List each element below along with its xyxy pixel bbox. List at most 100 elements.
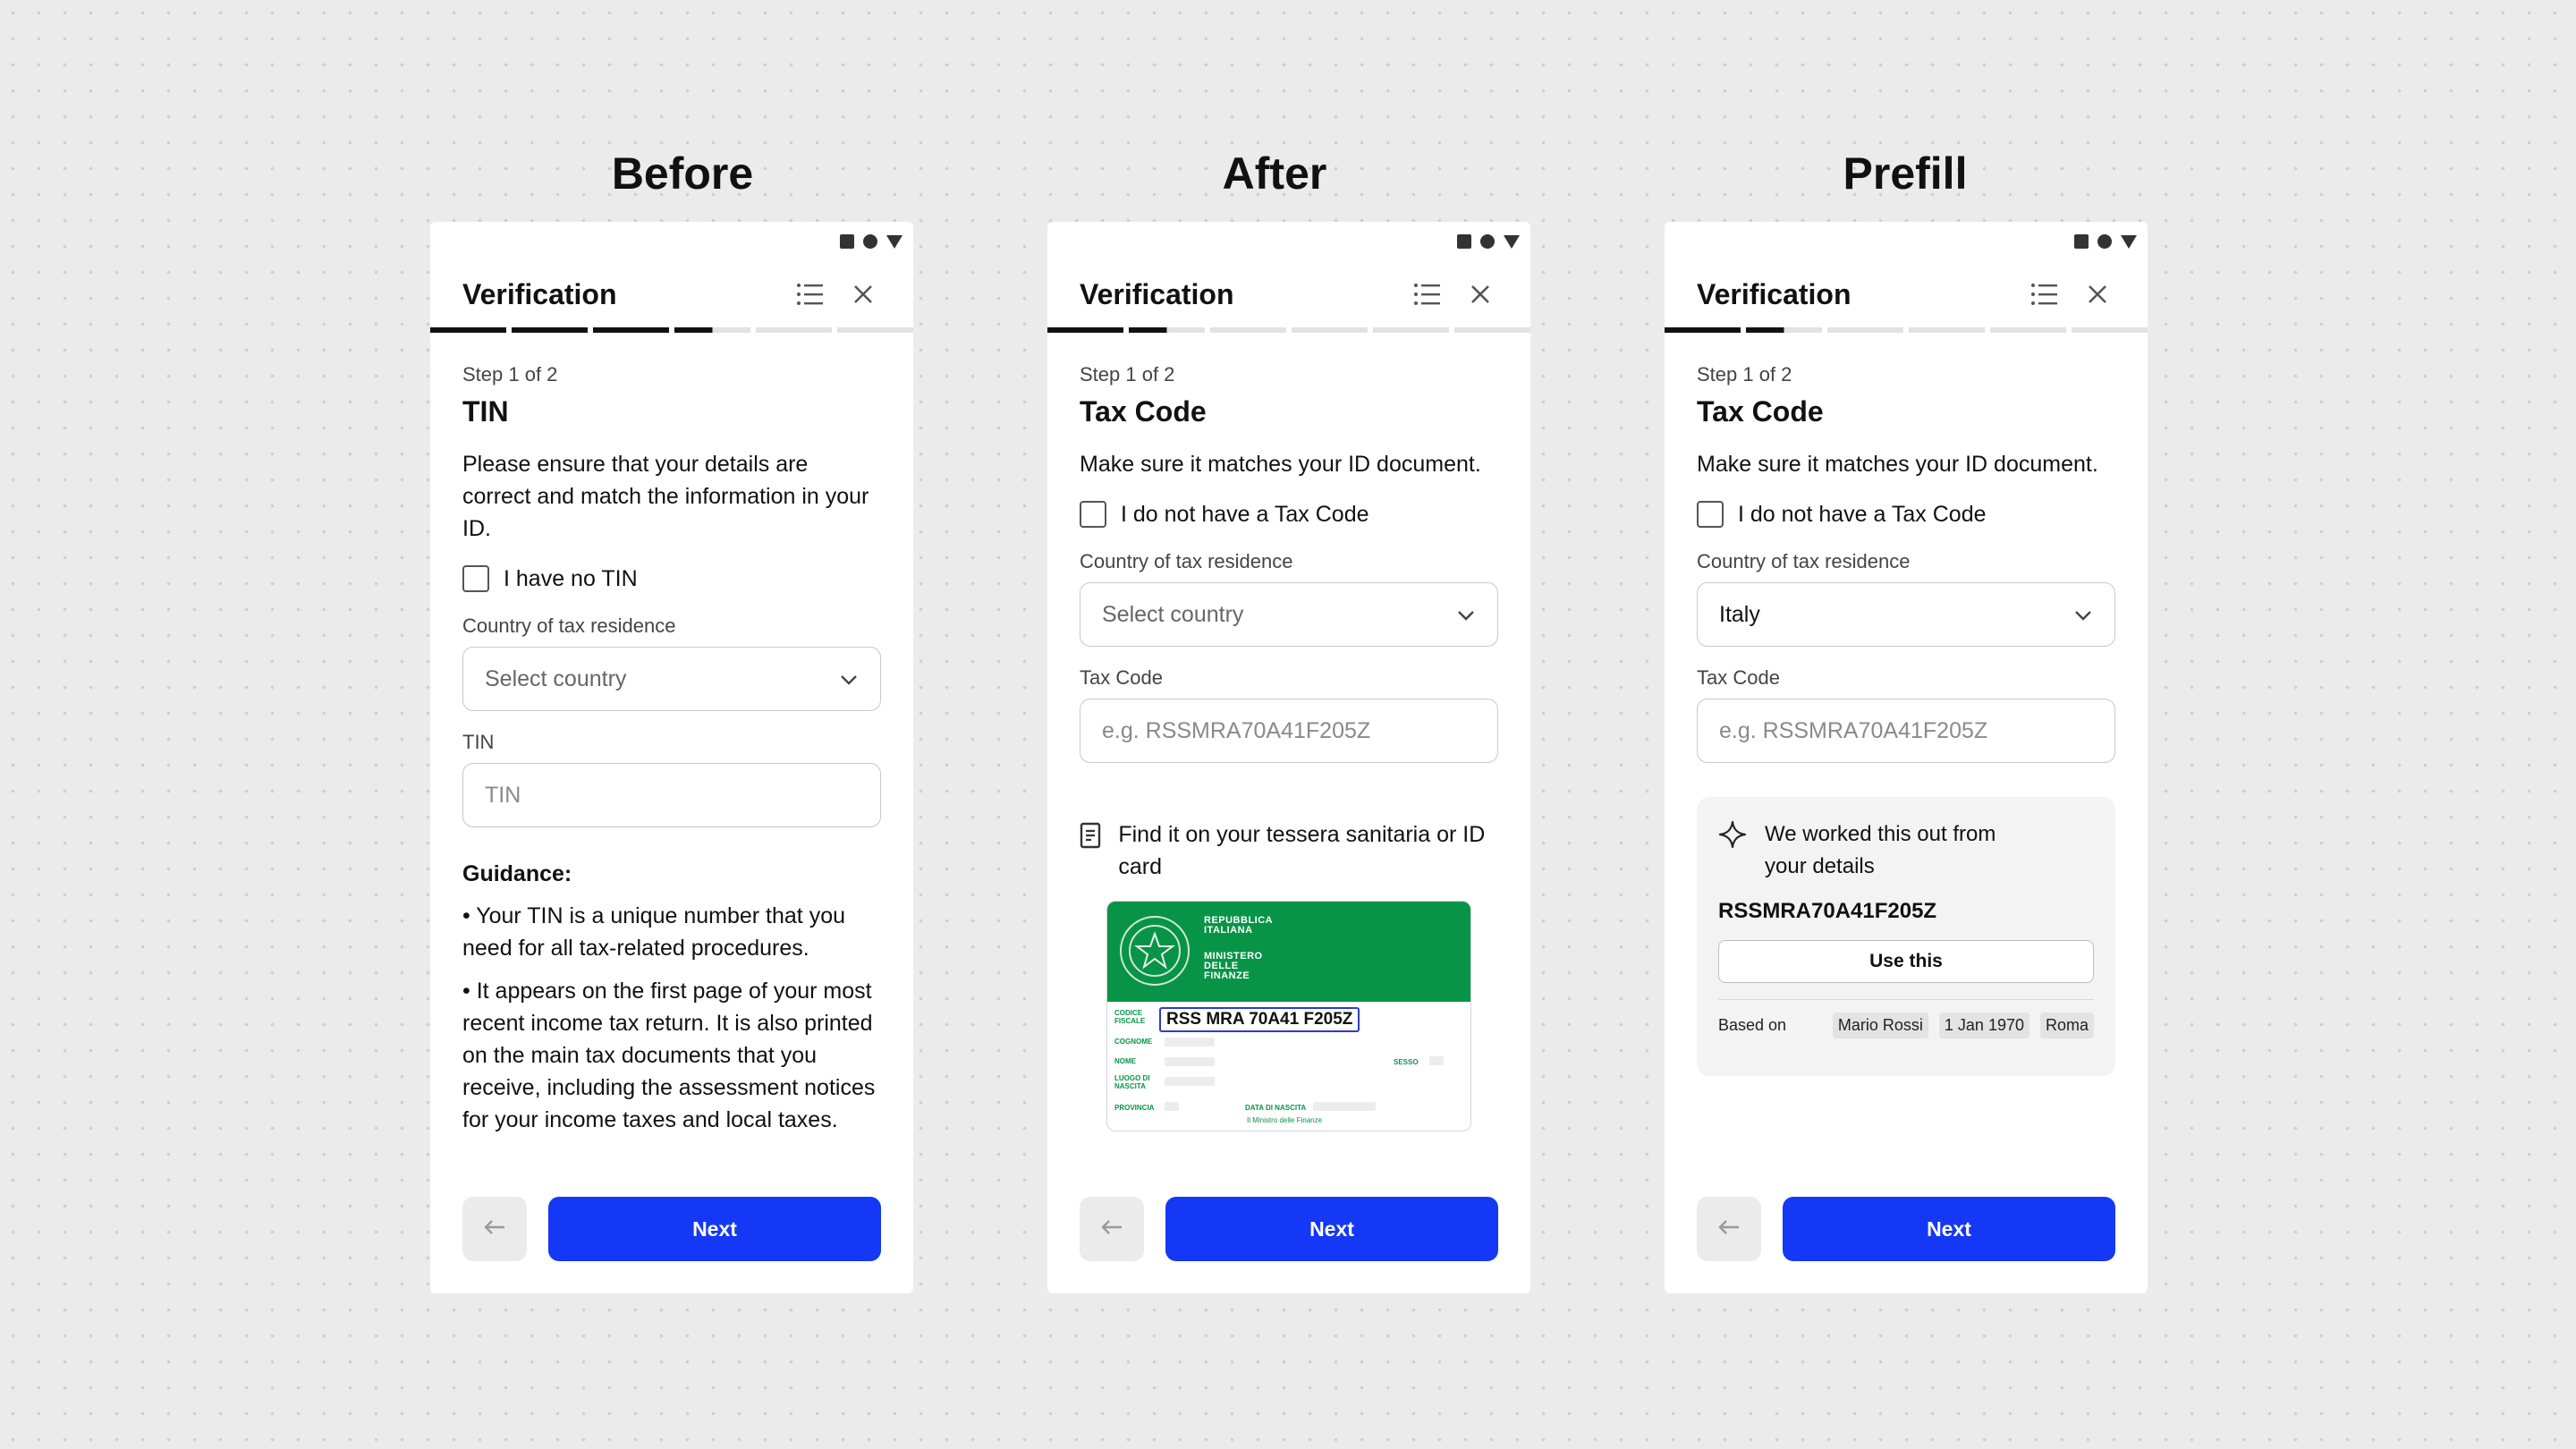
square-icon [840, 234, 854, 249]
no-tax-code-checkbox[interactable] [1697, 501, 1724, 528]
country-select[interactable]: Select country [1080, 582, 1498, 647]
square-icon [2074, 234, 2089, 249]
card-label: COGNOME [1114, 1038, 1153, 1046]
progress-segment [1746, 327, 1822, 333]
header: Verification [462, 272, 881, 317]
card-label: DATA DI NASCITA [1245, 1104, 1307, 1112]
card-field [1429, 1056, 1444, 1065]
checkbox-label: I do not have a Tax Code [1121, 501, 1369, 527]
step-indicator: Step 1 of 2 [462, 363, 558, 386]
list-icon[interactable] [792, 276, 827, 312]
prefill-suggestion: We worked this out from your details RSS… [1697, 797, 2115, 1076]
description: Make sure it matches your ID document. [1697, 452, 2098, 477]
source-chip: Mario Rossi [1832, 1013, 1928, 1038]
step-indicator: Step 1 of 2 [1697, 363, 1792, 386]
next-button[interactable]: Next [1165, 1197, 1498, 1261]
progress-segment [1292, 327, 1368, 333]
progress-bar [1665, 327, 2148, 333]
phone-before: Verification Step 1 of 2 TIN Please ensu… [430, 222, 913, 1293]
prefill-code: RSSMRA70A41F205Z [1718, 899, 1937, 923]
guidance-item: • It appears on the first page of your m… [462, 979, 876, 1132]
source-chip: 1 Jan 1970 [1938, 1013, 2029, 1038]
progress-segment [593, 327, 669, 333]
page-title: TIN [462, 395, 509, 428]
tax-code-label: Tax Code [1080, 666, 1163, 689]
card-field [1313, 1102, 1376, 1111]
status-bar [840, 234, 902, 249]
column-heading-before: Before [611, 148, 754, 199]
no-tax-code-checkbox-row[interactable]: I do not have a Tax Code [1697, 498, 2115, 530]
status-bar [1457, 234, 1520, 249]
no-tax-code-checkbox-row[interactable]: I do not have a Tax Code [1080, 498, 1498, 530]
close-icon[interactable] [1462, 276, 1498, 312]
card-label: PROVINCIA [1114, 1104, 1155, 1112]
circle-icon [1480, 234, 1495, 249]
checkbox-label: I do not have a Tax Code [1738, 501, 1987, 527]
tax-code-label: Tax Code [1697, 666, 1780, 689]
country-label: Country of tax residence [462, 614, 676, 637]
arrow-left-icon [1717, 1218, 1741, 1241]
progress-segment [1373, 327, 1449, 333]
tin-input-placeholder: TIN [485, 782, 521, 808]
document-icon [1080, 818, 1104, 883]
footer: Next [462, 1197, 881, 1261]
phone-prefill: Verification Step 1 of 2 Tax Code Make s… [1665, 222, 2148, 1293]
tax-code-input-placeholder: e.g. RSSMRA70A41F205Z [1719, 717, 1988, 743]
source-chip: Roma [2039, 1013, 2094, 1038]
tax-code-input-placeholder: e.g. RSSMRA70A41F205Z [1102, 717, 1371, 743]
checkbox-label: I have no TIN [504, 565, 638, 591]
tin-input[interactable]: TIN [462, 763, 881, 827]
tin-label: TIN [462, 731, 495, 753]
country-select[interactable]: Select country [462, 647, 881, 711]
progress-segment [1047, 327, 1123, 333]
close-icon[interactable] [2080, 276, 2115, 312]
country-select-value: Select country [1102, 601, 1244, 627]
card-label: LUOGO DI NASCITA [1114, 1074, 1150, 1090]
back-button[interactable] [462, 1197, 527, 1261]
triangle-icon [1504, 234, 1520, 249]
progress-segment [430, 327, 506, 333]
chevron-down-icon [2073, 602, 2093, 628]
next-button[interactable]: Next [1783, 1197, 2115, 1261]
card-footer: Il Ministro delle Finanze [1247, 1116, 1323, 1124]
list-icon[interactable] [2026, 276, 2062, 312]
app-title: Verification [1697, 277, 1852, 310]
list-icon[interactable] [1409, 276, 1445, 312]
tax-code-input[interactable]: e.g. RSSMRA70A41F205Z [1697, 699, 2115, 763]
guidance-item: • Your TIN is a unique number that you n… [462, 903, 846, 961]
chevron-down-icon [1456, 602, 1476, 628]
back-button[interactable] [1697, 1197, 1761, 1261]
back-button[interactable] [1080, 1197, 1144, 1261]
country-label: Country of tax residence [1697, 550, 1911, 572]
progress-bar [1047, 327, 1530, 333]
progress-segment [512, 327, 588, 333]
country-select-value: Italy [1719, 601, 1760, 627]
no-tin-checkbox-row[interactable]: I have no TIN [462, 563, 881, 595]
close-icon[interactable] [845, 276, 881, 312]
use-this-button[interactable]: Use this [1718, 940, 2094, 983]
page-title: Tax Code [1697, 395, 1824, 428]
no-tin-checkbox[interactable] [462, 565, 489, 592]
based-on-row: Based on Mario Rossi 1 Jan 1970 Roma [1718, 1013, 2094, 1038]
country-label: Country of tax residence [1080, 550, 1293, 572]
card-ministry: MINISTERO DELLE FINANZE [1204, 951, 1263, 981]
app-title: Verification [462, 277, 617, 310]
guidance-title: Guidance: [462, 861, 572, 886]
tax-code-input[interactable]: e.g. RSSMRA70A41F205Z [1080, 699, 1498, 763]
card-code-value: RSS MRA 70A41 F205Z [1159, 1007, 1360, 1032]
column-heading-prefill: Prefill [1843, 148, 1968, 199]
next-button[interactable]: Next [548, 1197, 881, 1261]
progress-segment [756, 327, 832, 333]
id-card-illustration: REPUBBLICA ITALIANA MINISTERO DELLE FINA… [1106, 901, 1471, 1131]
arrow-left-icon [483, 1218, 506, 1241]
no-tax-code-checkbox[interactable] [1080, 501, 1106, 528]
description: Please ensure that your details are corr… [462, 452, 869, 541]
progress-segment [1665, 327, 1741, 333]
progress-segment [1210, 327, 1286, 333]
footer: Next [1697, 1197, 2115, 1261]
header: Verification [1697, 272, 2115, 317]
phone-after: Verification Step 1 of 2 Tax Code Make s… [1047, 222, 1530, 1293]
country-select-value: Select country [485, 665, 627, 691]
country-select[interactable]: Italy [1697, 582, 2115, 647]
card-field [1165, 1057, 1215, 1066]
